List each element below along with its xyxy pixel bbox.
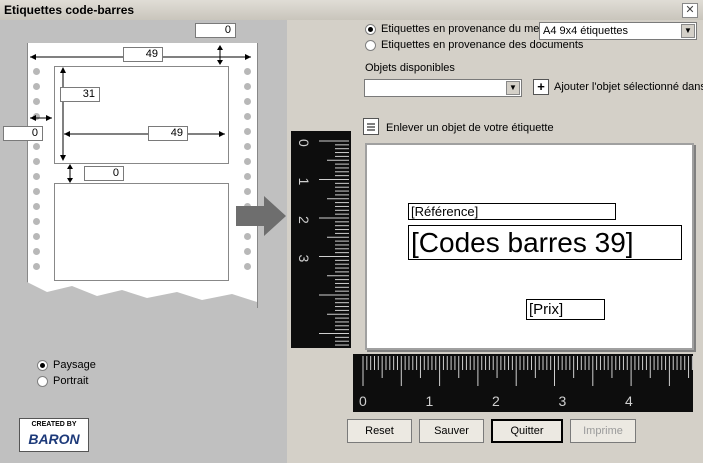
- ruler-mark: 0: [359, 393, 367, 409]
- add-object-icon[interactable]: +: [533, 79, 549, 95]
- vertical-gap-field[interactable]: 0: [84, 166, 124, 181]
- ruler-mark: 2: [492, 393, 500, 409]
- horizontal-gap-field[interactable]: 49: [148, 126, 188, 141]
- sprocket-hole: [244, 263, 251, 270]
- sprocket-hole: [33, 218, 40, 225]
- landscape-label: Paysage: [53, 359, 96, 371]
- ruler-mark: 0: [296, 139, 312, 147]
- left-margin-field[interactable]: 0: [3, 126, 43, 141]
- sprocket-hole: [244, 83, 251, 90]
- sprocket-hole: [244, 188, 251, 195]
- ruler-mark: 2: [296, 216, 312, 224]
- torn-edge: [27, 282, 257, 318]
- sprocket-hole: [244, 98, 251, 105]
- sprocket-hole: [33, 263, 40, 270]
- objects-label: Objets disponibles: [365, 62, 455, 74]
- label-preview-canvas[interactable]: [Référence] [Codes barres 39] [Prix]: [365, 143, 694, 350]
- sprocket-hole: [244, 173, 251, 180]
- label-preview-2: [54, 183, 229, 281]
- right-arrow-icon: [236, 196, 286, 236]
- sprocket-hole: [244, 248, 251, 255]
- source-merchandise-label: Etiquettes en provenance du mer: [381, 23, 539, 35]
- save-button[interactable]: Sauver: [419, 419, 484, 443]
- logo-line2: BARON: [28, 431, 80, 447]
- label-height-field[interactable]: 31: [60, 87, 100, 102]
- source-documents-radio[interactable]: [365, 40, 376, 51]
- ruler-mark: 1: [426, 393, 434, 409]
- reset-button[interactable]: Reset: [347, 419, 412, 443]
- top-margin-field[interactable]: 0: [195, 23, 236, 38]
- chevron-down-icon[interactable]: ▼: [681, 24, 695, 38]
- vertical-ruler: 0 1 2 3: [291, 131, 351, 348]
- add-object-label[interactable]: Ajouter l'objet sélectionné dans: [554, 81, 703, 93]
- horizontal-ruler: 0 1 2 3 4: [353, 354, 693, 412]
- sprocket-hole: [244, 68, 251, 75]
- label-format-select[interactable]: A4 9x4 étiquettes ▼: [539, 22, 697, 40]
- close-button[interactable]: ✕: [682, 3, 698, 18]
- sprocket-hole: [244, 143, 251, 150]
- remove-object-label[interactable]: Enlever un objet de votre étiquette: [386, 122, 554, 134]
- portrait-label: Portrait: [53, 375, 89, 387]
- ruler-mark: 1: [296, 178, 312, 186]
- ruler-mark: 4: [625, 393, 633, 409]
- logo-line1: CREATED BY: [31, 421, 77, 428]
- sprocket-hole: [33, 233, 40, 240]
- source-documents-label: Etiquettes en provenance des documents: [381, 39, 584, 51]
- barcode-field[interactable]: [Codes barres 39]: [408, 225, 682, 260]
- title-bar: Etiquettes code-barres ✕: [0, 0, 703, 21]
- sprocket-hole: [33, 248, 40, 255]
- portrait-radio[interactable]: [37, 376, 48, 387]
- reference-field[interactable]: [Référence]: [408, 203, 616, 220]
- sprocket-hole: [33, 203, 40, 210]
- source-merchandise-radio[interactable]: [365, 24, 376, 35]
- chevron-down-icon[interactable]: ▼: [506, 81, 520, 95]
- sprocket-hole: [244, 128, 251, 135]
- price-field[interactable]: [Prix]: [526, 299, 605, 320]
- sprocket-hole: [244, 158, 251, 165]
- label-format-value: A4 9x4 étiquettes: [543, 25, 629, 37]
- quit-button[interactable]: Quitter: [491, 419, 563, 443]
- sprocket-hole: [244, 113, 251, 120]
- window-title: Etiquettes code-barres: [4, 3, 135, 17]
- created-by-logo: CREATED BY BARON: [19, 418, 89, 452]
- remove-object-icon[interactable]: [363, 118, 379, 135]
- ruler-mark: 3: [559, 393, 567, 409]
- ruler-mark: 3: [296, 255, 312, 263]
- landscape-radio[interactable]: [37, 360, 48, 371]
- objects-select[interactable]: ▼: [364, 79, 522, 97]
- print-button[interactable]: Imprime: [570, 419, 636, 443]
